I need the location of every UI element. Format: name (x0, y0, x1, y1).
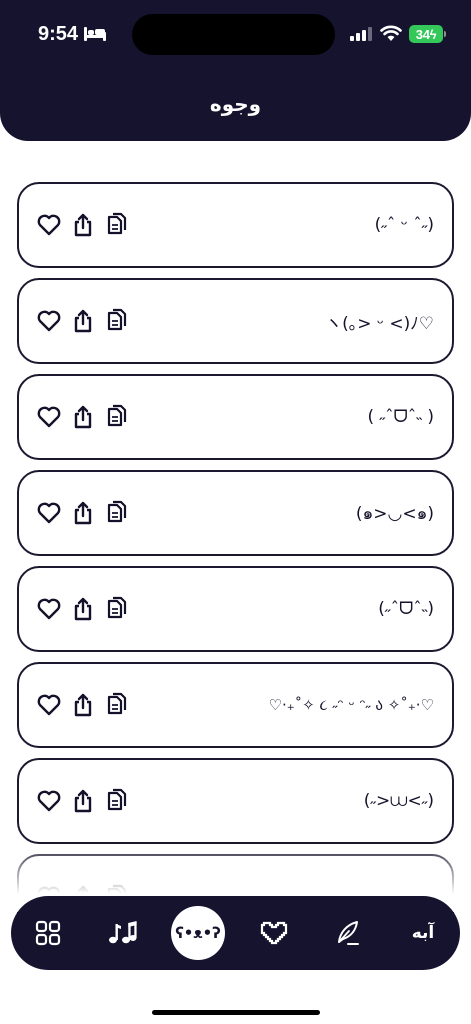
heart-icon[interactable] (36, 404, 62, 430)
battery-indicator: 34 ϟ (409, 25, 443, 43)
charging-bolt-icon: ϟ (429, 26, 437, 42)
text-tab-label: آبه (411, 923, 435, 943)
face-card[interactable]: (˶>⩊<˶) (17, 758, 454, 844)
page-title: وجوه (209, 92, 262, 116)
bear-face-tab-label: ʕ•ᴥ•ʔ (175, 924, 221, 942)
bed-icon (84, 27, 106, 41)
face-text: ヽ(｡> ᵕ <)ﾉ♡ (325, 313, 434, 334)
quill-icon (338, 921, 359, 945)
dynamic-island (132, 14, 335, 55)
tab-bar: ʕ•ᴥ•ʔ آبه (11, 896, 460, 970)
copy-icon[interactable] (104, 212, 130, 238)
face-text: (๑>◡<๑) (355, 503, 434, 524)
heart-icon[interactable] (36, 596, 62, 622)
wifi-icon (380, 25, 402, 41)
copy-icon[interactable] (104, 596, 130, 622)
face-card[interactable]: (˶ˆ ᵕ ˆ˶) (17, 182, 454, 268)
share-icon[interactable] (70, 404, 96, 430)
heart-icon[interactable] (36, 212, 62, 238)
share-icon[interactable] (70, 212, 96, 238)
grid-icon (35, 920, 61, 946)
battery-cap (444, 31, 446, 37)
face-text: ♡·₊˚✧ ૮ ˶ᵔ ᵕ ᵔ˶ ა ✧˚₊·♡ (268, 696, 434, 714)
share-icon[interactable] (70, 788, 96, 814)
cellular-signal-icon (350, 27, 372, 41)
music-notes-icon (109, 921, 137, 944)
face-text: (˶ˆ ᵕ ˆ˶) (374, 215, 434, 235)
face-card[interactable]: (๑>◡<๑) (17, 470, 454, 556)
tab-faces-active[interactable]: ʕ•ᴥ•ʔ (171, 906, 225, 960)
heart-icon[interactable] (36, 500, 62, 526)
face-text: (˶ˆᗜˆ˵) (378, 599, 434, 619)
share-icon[interactable] (70, 308, 96, 334)
face-card[interactable]: ( ˶ˆᗜˆ˵ ) (17, 374, 454, 460)
tab-favorites[interactable] (257, 896, 291, 970)
share-icon[interactable] (70, 596, 96, 622)
share-icon[interactable] (70, 500, 96, 526)
face-text: ( ˶ˆᗜˆ˵ ) (367, 407, 434, 427)
tab-text[interactable]: آبه (403, 896, 443, 970)
pixel-heart-icon (260, 921, 288, 945)
status-time: 9:54 (38, 23, 79, 45)
heart-icon[interactable] (36, 788, 62, 814)
face-text: (˶>⩊<˶) (363, 791, 434, 811)
tab-writing[interactable] (331, 896, 365, 970)
copy-icon[interactable] (104, 692, 130, 718)
tab-music[interactable] (105, 896, 139, 970)
face-card[interactable]: ヽ(｡> ᵕ <)ﾉ♡ (17, 278, 454, 364)
share-icon[interactable] (70, 692, 96, 718)
copy-icon[interactable] (104, 308, 130, 334)
tab-grid[interactable] (31, 896, 65, 970)
copy-icon[interactable] (104, 404, 130, 430)
home-indicator (152, 1010, 320, 1015)
copy-icon[interactable] (104, 788, 130, 814)
heart-icon[interactable] (36, 692, 62, 718)
heart-icon[interactable] (36, 308, 62, 334)
face-card[interactable]: ♡·₊˚✧ ૮ ˶ᵔ ᵕ ᵔ˶ ა ✧˚₊·♡ (17, 662, 454, 748)
battery-level: 34 (415, 26, 430, 42)
face-card[interactable]: (˶ˆᗜˆ˵) (17, 566, 454, 652)
header: 9:54 34 ϟ وجوه (0, 0, 471, 141)
copy-icon[interactable] (104, 500, 130, 526)
